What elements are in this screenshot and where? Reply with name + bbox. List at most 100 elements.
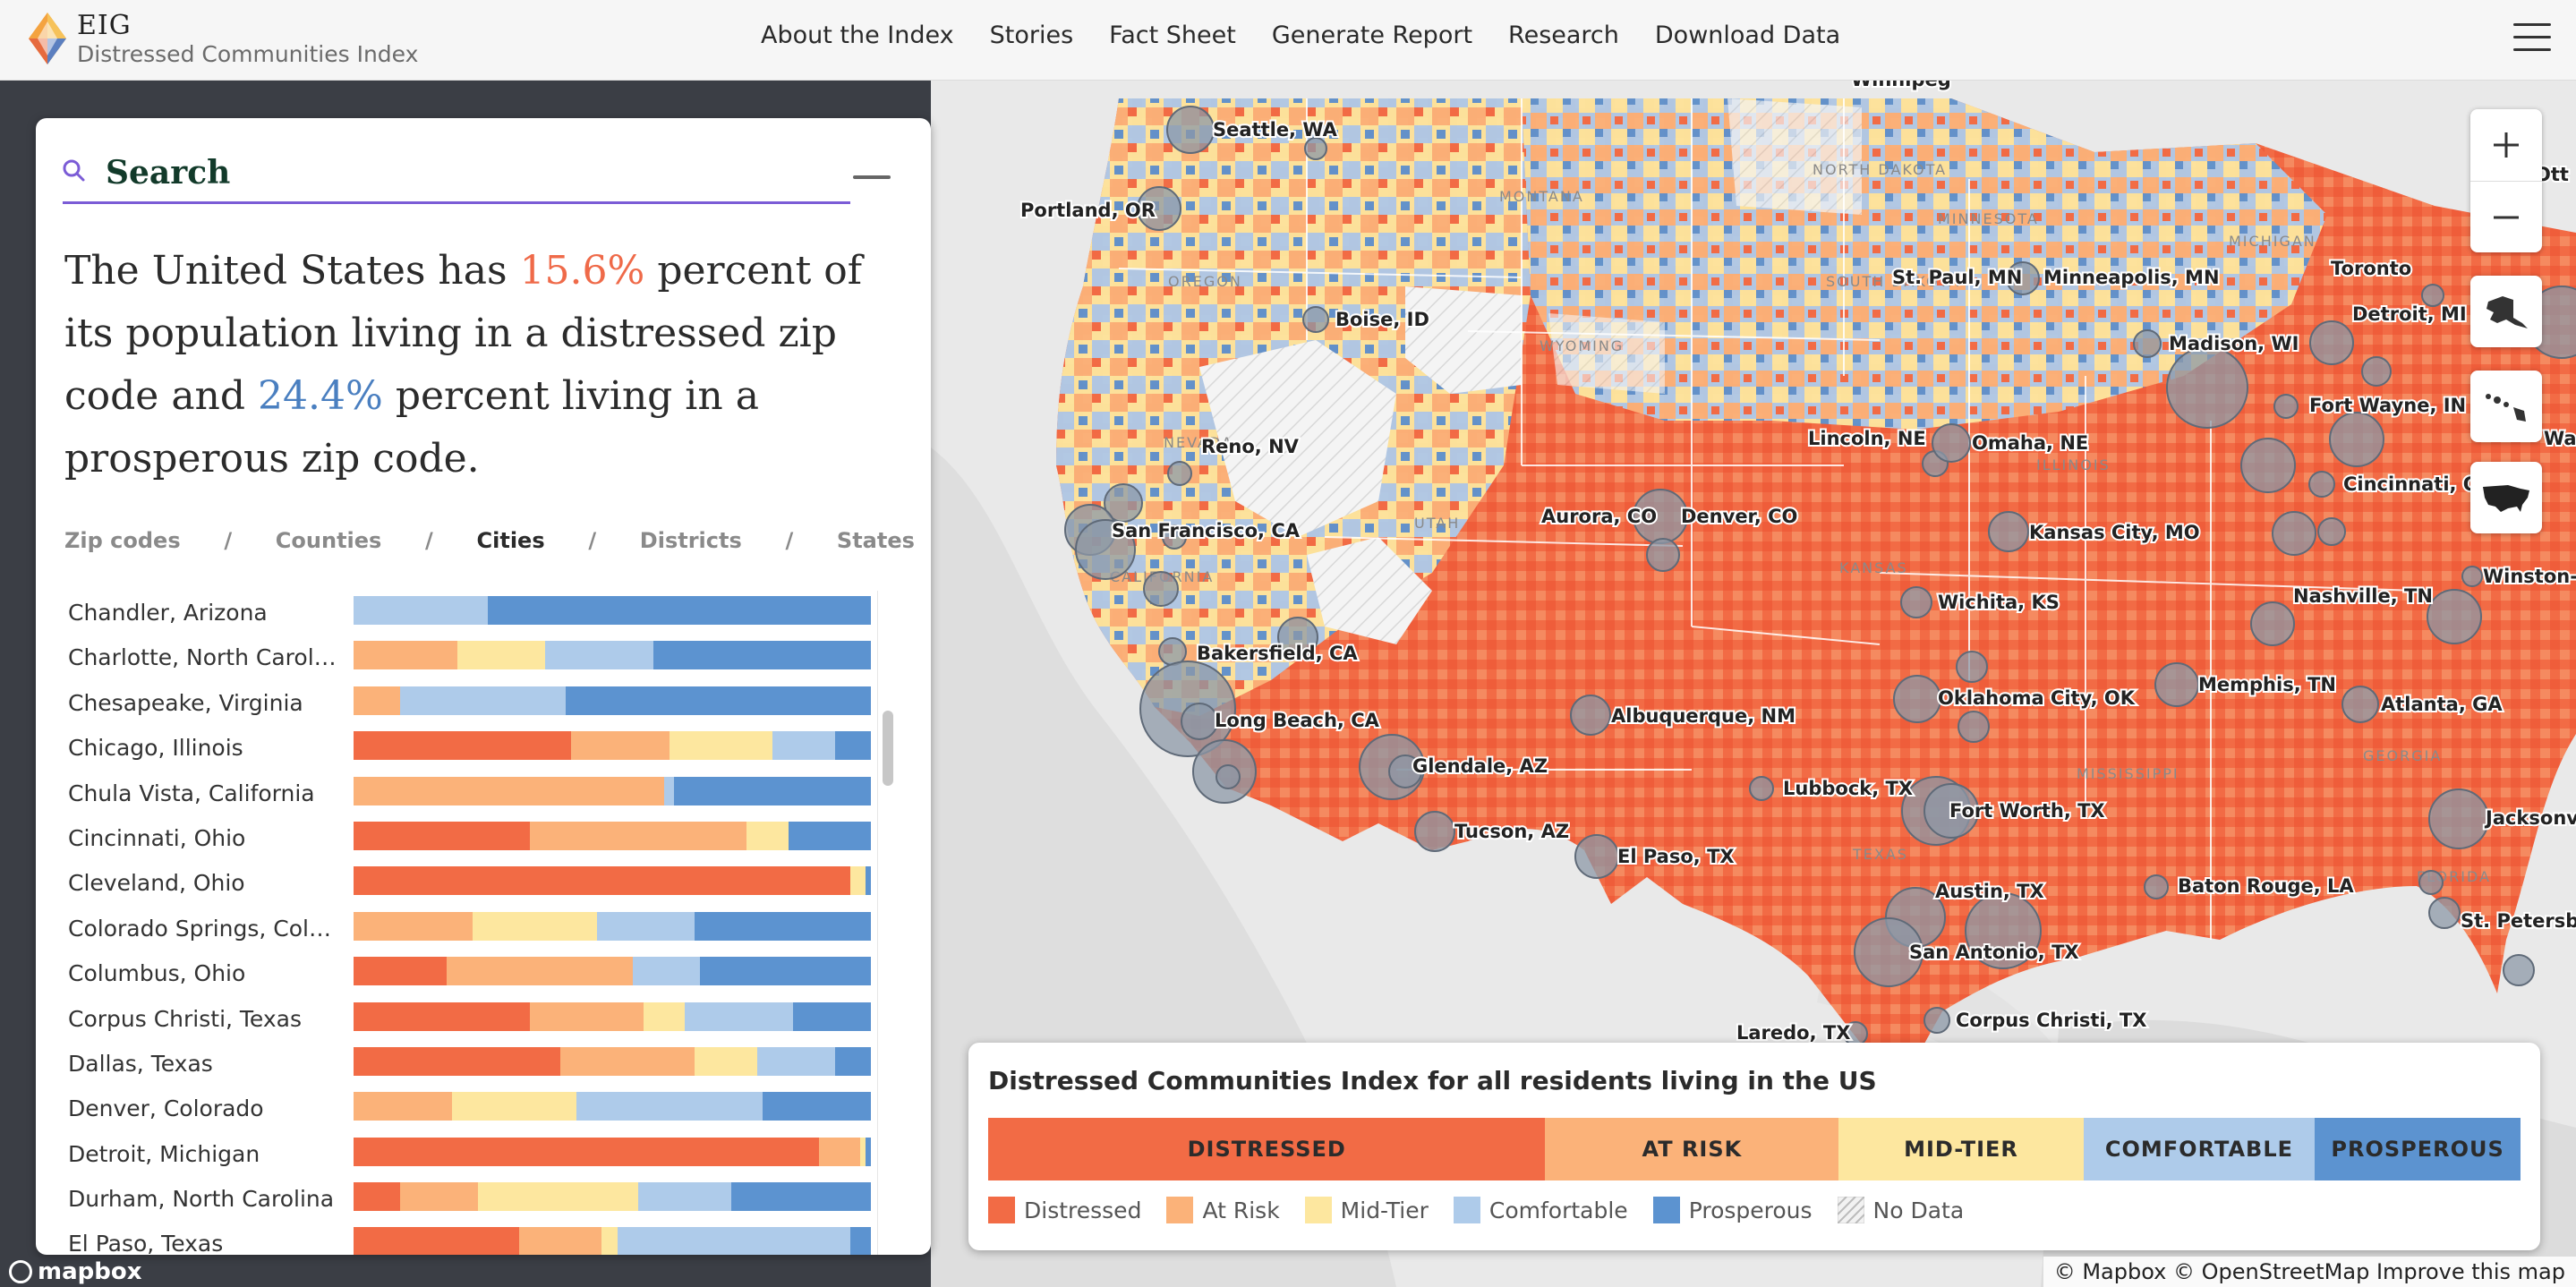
bar-segment xyxy=(730,1182,871,1212)
no-data-swatch xyxy=(1837,1197,1864,1223)
list-item[interactable]: Durham, North Carolina xyxy=(36,1177,895,1222)
city-bubble[interactable] xyxy=(2418,870,2444,895)
city-label: Winnipeg xyxy=(1851,81,1951,90)
city-bubble[interactable] xyxy=(1570,695,1611,736)
tab-zip-codes[interactable]: Zip codes xyxy=(64,528,181,553)
city-bubble[interactable] xyxy=(2341,686,2379,723)
city-bubble[interactable] xyxy=(1166,106,1215,154)
city-bubble[interactable] xyxy=(1414,811,1455,852)
city-name: Chicago, Illinois xyxy=(68,735,243,762)
city-label: Was xyxy=(2544,428,2576,449)
nav-stories[interactable]: Stories xyxy=(990,20,1074,52)
hawaii-view-button[interactable] xyxy=(2470,371,2542,442)
lower48-view-button[interactable] xyxy=(2470,462,2542,533)
list-item[interactable]: Charlotte, North Carolina xyxy=(36,635,895,680)
list-item[interactable]: Chesapeake, Virginia xyxy=(36,681,895,726)
city-bubble[interactable] xyxy=(1646,538,1680,572)
list-item[interactable]: Columbus, Ohio xyxy=(36,951,895,996)
city-bubble[interactable] xyxy=(2427,589,2482,644)
top-navigation-bar: EIG Distressed Communities Index About t… xyxy=(0,0,2576,81)
city-bubble[interactable] xyxy=(2461,566,2483,587)
city-bubble[interactable] xyxy=(1181,703,1218,740)
city-bubble[interactable] xyxy=(1900,586,1932,618)
city-bubble[interactable] xyxy=(2361,356,2392,387)
list-item[interactable]: Chandler, Arizona xyxy=(36,591,895,635)
city-bubble[interactable] xyxy=(2428,788,2489,849)
bar-segment xyxy=(529,1001,644,1031)
city-bubble[interactable] xyxy=(2166,346,2248,429)
city-bubble[interactable] xyxy=(2428,897,2461,929)
tab-states[interactable]: States xyxy=(837,528,915,553)
city-bubble[interactable] xyxy=(2308,471,2335,498)
city-bubble[interactable] xyxy=(1143,571,1179,607)
brand[interactable]: EIG Distressed Communities Index xyxy=(27,11,418,66)
zoom-in-button[interactable] xyxy=(2470,109,2542,181)
city-bubble[interactable] xyxy=(2250,601,2295,646)
tab-counties[interactable]: Counties xyxy=(276,528,382,553)
city-bubble[interactable] xyxy=(1304,137,1327,160)
list-item[interactable]: Detroit, Michigan xyxy=(36,1132,895,1177)
city-bubble[interactable] xyxy=(1923,1007,1950,1034)
city-bubble[interactable] xyxy=(1958,711,1990,743)
list-item[interactable]: El Paso, Texas xyxy=(36,1222,895,1255)
nav-fact-sheet[interactable]: Fact Sheet xyxy=(1109,20,1236,52)
state-label-wyoming: WYOMING xyxy=(1540,337,1624,354)
city-bubble[interactable] xyxy=(1956,651,1988,683)
bar-segment xyxy=(849,866,866,896)
nav-download-data[interactable]: Download Data xyxy=(1655,20,1840,52)
list-item[interactable]: Chula Vista, California xyxy=(36,771,895,816)
city-bubble[interactable] xyxy=(1749,776,1774,801)
search-box[interactable]: Search xyxy=(63,154,850,204)
hamburger-menu-icon[interactable] xyxy=(2513,23,2551,54)
bar-segment xyxy=(617,1227,850,1255)
national-distribution-bar: DISTRESSED AT RISK MID-TIER COMFORTABLE PROS… xyxy=(988,1118,2521,1180)
city-list[interactable]: Chandler, Arizona Charlotte, North Caroli… xyxy=(36,591,895,1255)
city-bubble[interactable] xyxy=(2317,517,2346,546)
list-item[interactable]: Colorado Springs, Color... xyxy=(36,907,895,951)
distress-distribution-bar xyxy=(354,641,871,670)
nav-research[interactable]: Research xyxy=(1508,20,1619,52)
list-scrollbar-thumb[interactable] xyxy=(883,711,893,786)
city-bubble[interactable] xyxy=(2154,662,2199,707)
city-bubble[interactable] xyxy=(2273,394,2299,419)
map-attribution[interactable]: © Mapbox © OpenStreetMap Improve this ma… xyxy=(2043,1257,2576,1287)
city-bubble[interactable] xyxy=(1215,764,1241,789)
map-legend: Distressed Communities Index for all res… xyxy=(968,1043,2540,1250)
list-item[interactable]: Chicago, Illinois xyxy=(36,726,895,771)
city-bubble[interactable] xyxy=(2144,874,2169,899)
city-bubble[interactable] xyxy=(1988,511,2029,552)
list-item[interactable]: Cleveland, Ohio xyxy=(36,861,895,906)
nav-generate-report[interactable]: Generate Report xyxy=(1272,20,1472,52)
city-bubble[interactable] xyxy=(1302,306,1329,333)
city-bubble[interactable] xyxy=(1893,675,1941,723)
collapse-panel-button[interactable] xyxy=(853,175,891,179)
city-label: Kansas City, MO xyxy=(2029,522,2200,543)
list-item[interactable]: Dallas, Texas xyxy=(36,1042,895,1087)
city-bubble[interactable] xyxy=(2329,412,2384,467)
city-name: Durham, North Carolina xyxy=(68,1186,335,1213)
nav-about-index[interactable]: About the Index xyxy=(761,20,954,52)
list-item[interactable]: Denver, Colorado xyxy=(36,1087,895,1131)
city-bubble[interactable] xyxy=(2503,954,2535,986)
list-scrollbar-track[interactable] xyxy=(877,591,897,1255)
city-bubble[interactable] xyxy=(1167,461,1192,486)
city-bubble[interactable] xyxy=(2133,329,2162,358)
city-bubble[interactable] xyxy=(2309,320,2354,365)
city-name: Columbus, Ohio xyxy=(68,960,246,987)
main-nav: About the Index Stories Fact Sheet Gener… xyxy=(761,20,1876,52)
state-label-georgia: GEORGIA xyxy=(2363,747,2442,764)
list-item[interactable]: Corpus Christi, Texas xyxy=(36,997,895,1042)
mapbox-logo[interactable]: mapbox xyxy=(0,1257,151,1287)
list-item[interactable]: Cincinnati, Ohio xyxy=(36,816,895,861)
bar-segment xyxy=(354,866,850,896)
city-bubble[interactable] xyxy=(1574,834,1619,879)
legend-bar-segment: AT RISK xyxy=(1545,1118,1839,1180)
zoom-out-button[interactable] xyxy=(2470,181,2542,252)
alaska-view-button[interactable] xyxy=(2470,276,2542,347)
tab-cities[interactable]: Cities xyxy=(477,528,545,553)
city-label: Fort Wayne, IN xyxy=(2309,395,2466,416)
city-bubble[interactable] xyxy=(1932,423,1971,463)
tab-districts[interactable]: Districts xyxy=(640,528,742,553)
city-bubble[interactable] xyxy=(2240,438,2296,493)
city-bubble[interactable] xyxy=(2272,511,2316,556)
